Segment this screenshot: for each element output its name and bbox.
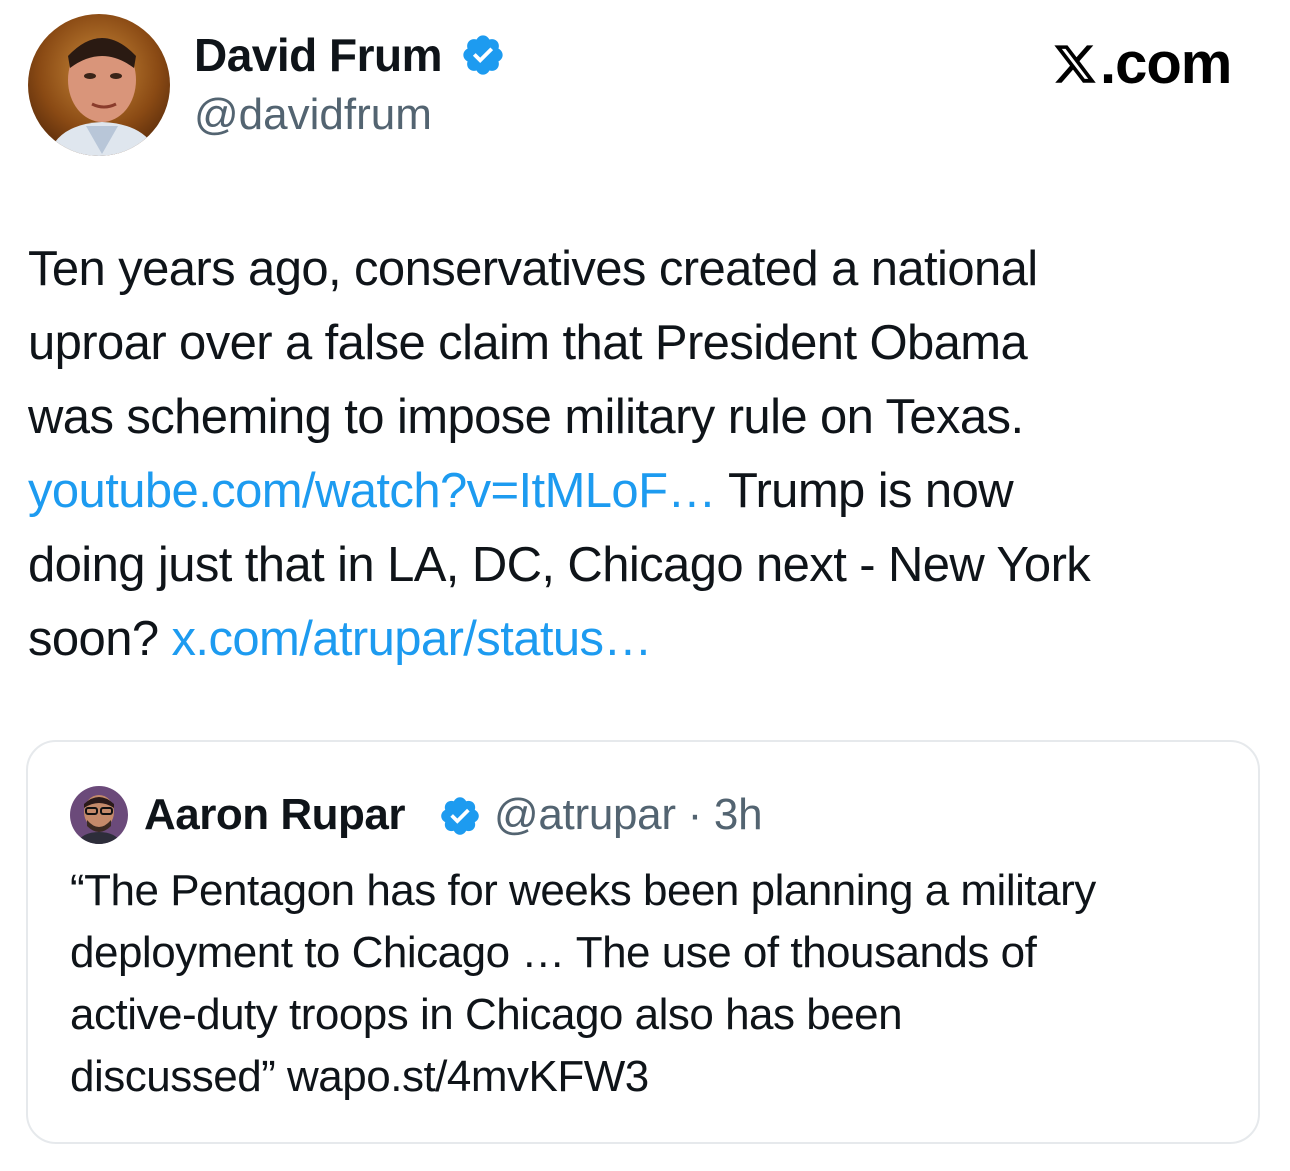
author-avatar[interactable] <box>28 14 170 156</box>
quote-line: discussed” wapo.st/4mvKFW3 <box>70 1052 649 1101</box>
verified-badge-icon <box>441 797 479 835</box>
quoted-status-link[interactable]: x.com/atrupar/status… <box>172 612 653 666</box>
tweet-text-segment: doing just that in LA, DC, Chicago next … <box>28 538 1091 592</box>
author-display-name[interactable]: David Frum <box>194 27 443 83</box>
quote-tweet-card[interactable]: Aaron Rupar @atrupar · 3h “The Pentagon … <box>26 740 1260 1144</box>
quote-tweet-text: “The Pentagon has for weeks been plannin… <box>70 860 1240 1108</box>
quote-line: “The Pentagon has for weeks been plannin… <box>70 866 1096 915</box>
tweet-text-segment: soon? <box>28 612 172 666</box>
quote-author-display-name[interactable]: Aaron Rupar <box>144 787 405 843</box>
quote-meta: @atrupar · 3h <box>494 787 763 843</box>
tweet-line: doing just that in LA, DC, Chicago next … <box>28 528 1268 602</box>
quote-line: active-duty troops in Chicago also has b… <box>70 990 903 1039</box>
quote-author-avatar[interactable] <box>70 786 128 844</box>
x-logo-icon <box>1054 45 1096 83</box>
quote-line: deployment to Chicago … The use of thous… <box>70 928 1037 977</box>
tweet-line: Ten years ago, conservatives created a n… <box>28 232 1268 306</box>
youtube-link[interactable]: youtube.com/watch?v=ItMLoF… <box>28 464 716 518</box>
tweet-text-segment: uproar over a false claim that President… <box>28 316 1028 370</box>
tweet-text: Ten years ago, conservatives created a n… <box>28 232 1268 676</box>
tweet-line: was scheming to impose military rule on … <box>28 380 1268 454</box>
author-handle[interactable]: @davidfrum <box>194 88 432 142</box>
tweet-text-segment: Trump is now <box>715 464 1014 518</box>
x-brand-logo: .com <box>1052 31 1232 96</box>
tweet-line: uproar over a false claim that President… <box>28 306 1268 380</box>
verified-badge-icon <box>463 35 503 75</box>
profile-photo-icon <box>70 786 128 844</box>
quote-author-handle[interactable]: @atrupar <box>494 790 676 839</box>
tweet-text-segment: was scheming to impose military rule on … <box>28 390 1024 444</box>
quote-timestamp[interactable]: 3h <box>714 790 763 839</box>
tweet-line: youtube.com/watch?v=ItMLoF… Trump is now <box>28 454 1268 528</box>
profile-photo-icon <box>28 14 170 156</box>
tweet-text-segment: Ten years ago, conservatives created a n… <box>28 242 1038 296</box>
brand-text: .com <box>1100 31 1232 96</box>
meta-separator: · <box>687 790 703 839</box>
tweet-line: soon? x.com/atrupar/status… <box>28 602 1268 676</box>
